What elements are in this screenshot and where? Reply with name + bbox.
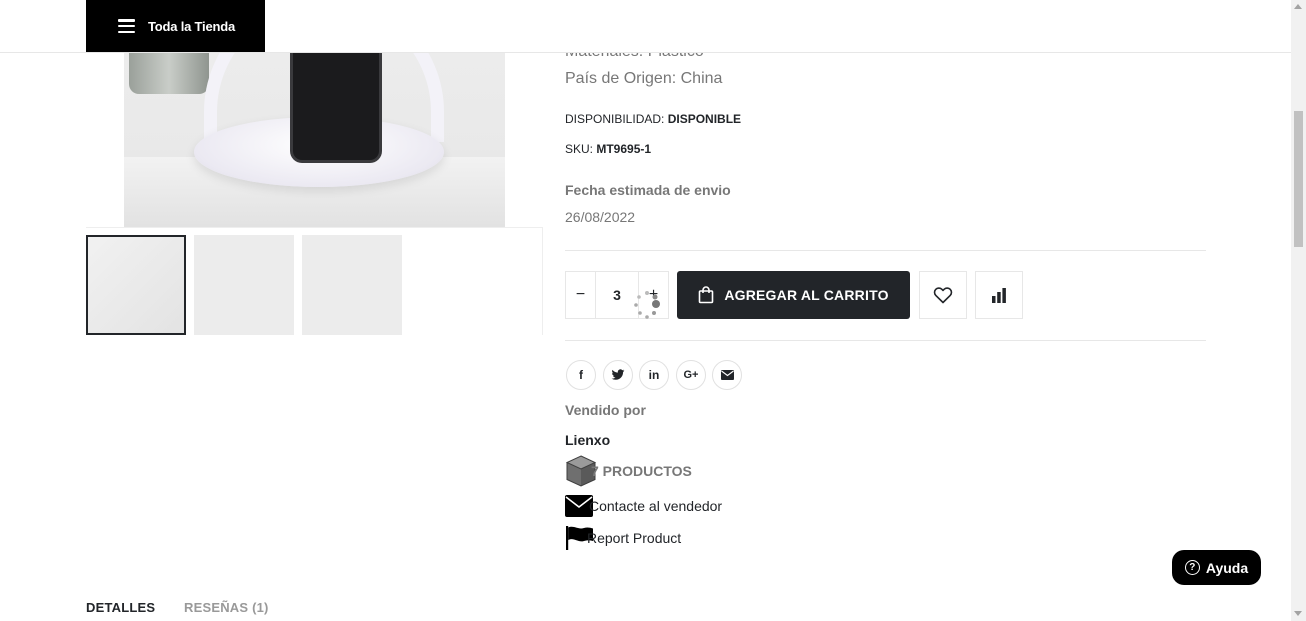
contact-vendor-link[interactable]: Contacte al vendedor (565, 495, 722, 517)
product-main-image[interactable] (124, 52, 505, 227)
share-email-button[interactable] (712, 360, 742, 390)
linkedin-icon: in (648, 368, 660, 382)
compare-button[interactable] (975, 271, 1023, 319)
share-facebook-button[interactable]: f (566, 360, 596, 390)
twitter-icon (611, 369, 625, 380)
shipping-title: Fecha estimada de envio (565, 182, 731, 198)
phone (290, 52, 382, 163)
share-linkedin-button[interactable]: in (639, 360, 669, 390)
help-label: Ayuda (1205, 559, 1249, 576)
availability-value: DISPONIBLE (667, 112, 742, 126)
shipping-date: 26/08/2022 (565, 209, 636, 225)
heart-icon (933, 287, 953, 304)
divider (565, 340, 1206, 341)
hamburger-icon (118, 19, 135, 33)
tab-reviews-label: RESEÑAS (184, 600, 249, 615)
vendor-name-link[interactable]: Lienxo (565, 432, 610, 448)
facebook-icon: f (579, 368, 583, 382)
loading-spinner-icon (634, 291, 660, 319)
tab-details-label: DETALLES (86, 600, 156, 615)
share-twitter-button[interactable] (603, 360, 633, 390)
thumbnail-2[interactable] (194, 235, 294, 335)
report-product-link[interactable]: Report Product (565, 526, 681, 550)
scroll-up-icon[interactable] (1294, 4, 1302, 9)
page-scrollbar[interactable] (1291, 0, 1306, 621)
vendor-products-link[interactable]: 7 PRODUCTOS (565, 455, 692, 487)
plant-pot (129, 52, 209, 94)
top-header: Toda la Tienda (0, 0, 1291, 53)
question-icon: ? (1184, 560, 1200, 575)
google-plus-icon: G+ (683, 369, 699, 381)
tab-details[interactable]: DETALLES (86, 600, 155, 615)
sku-value: MT9695-1 (596, 142, 652, 156)
origin-text: País de Origen: China (565, 70, 723, 87)
tab-reviews-count: (1) (252, 600, 269, 615)
add-to-cart-button[interactable]: AGREGAR AL CARRITO (677, 271, 910, 319)
scrollbar-thumb[interactable] (1294, 111, 1303, 247)
wishlist-button[interactable] (919, 271, 967, 319)
all-store-button[interactable]: Toda la Tienda (86, 0, 265, 52)
availability-label: DISPONIBILIDAD: (565, 112, 665, 126)
all-store-label: Toda la Tienda (148, 18, 236, 34)
contact-vendor-label: Contacte al vendedor (589, 498, 723, 514)
bar-chart-icon (992, 288, 1006, 303)
report-product-label: Report Product (587, 530, 682, 546)
tab-reviews[interactable]: RESEÑAS (1) (184, 600, 269, 615)
availability: DISPONIBILIDAD: DISPONIBLE (565, 112, 741, 126)
sku: SKU: MT9695-1 (565, 142, 651, 156)
email-icon (720, 370, 734, 380)
vendor-products-count: 7 PRODUCTOS (591, 463, 692, 479)
shopping-bag-icon (699, 286, 714, 304)
thumbnail-1[interactable] (86, 235, 186, 335)
divider (565, 250, 1206, 251)
help-button[interactable]: ? Ayuda (1172, 550, 1261, 585)
thumbnail-3[interactable] (302, 235, 402, 335)
sku-label: SKU: (565, 142, 594, 156)
add-to-cart-label: AGREGAR AL CARRITO (724, 287, 889, 303)
quantity-minus-button[interactable]: − (566, 272, 595, 318)
scroll-down-icon[interactable] (1294, 611, 1302, 616)
share-google-plus-button[interactable]: G+ (676, 360, 706, 390)
sold-by-label: Vendido por (565, 402, 646, 418)
